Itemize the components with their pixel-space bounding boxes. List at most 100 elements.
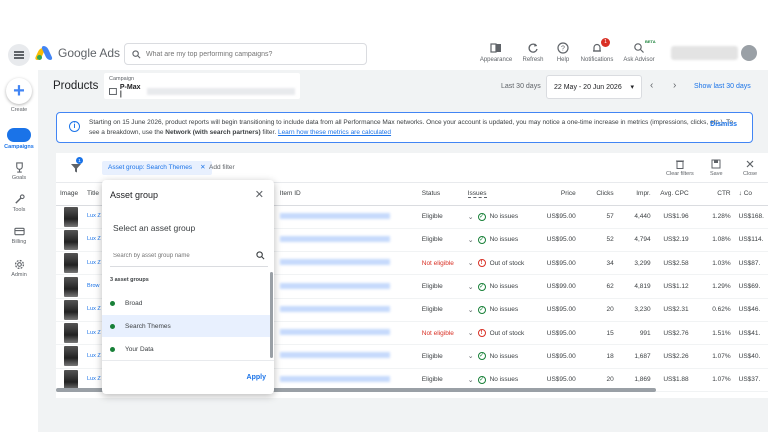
product-title-link[interactable]: Lux Z Equa (87, 306, 101, 313)
issue-text: Out of stock (489, 329, 525, 337)
nav-billing[interactable]: Billing (0, 226, 38, 245)
asset-group-option[interactable]: Your Data (102, 338, 270, 360)
search-input[interactable] (146, 50, 356, 58)
notifications-button[interactable]: 1 Notifications (575, 38, 619, 63)
header-ctr[interactable]: CTR (692, 183, 735, 206)
impr-cell: 1,687 (617, 344, 655, 369)
cost-cell: US$69. (734, 274, 768, 299)
product-image[interactable] (64, 346, 78, 367)
product-image[interactable] (64, 369, 78, 390)
chevron-down-icon[interactable]: ⌄ (468, 236, 474, 244)
issues-cell: ⌄ ✓ No issues (463, 205, 536, 229)
asset-group-search-input[interactable] (113, 252, 243, 259)
apply-button[interactable]: Apply (247, 374, 266, 381)
ask-advisor-icon (634, 43, 644, 53)
popup-scrollbar[interactable] (270, 272, 273, 358)
product-title-link[interactable]: Brow Wom Lux (87, 283, 101, 290)
chevron-down-icon[interactable]: ⌄ (468, 213, 474, 221)
product-image[interactable] (64, 299, 78, 320)
create-button[interactable]: + (6, 78, 32, 104)
product-title-link[interactable]: Lux Z Equa (87, 236, 101, 243)
chevron-down-icon[interactable]: ⌄ (468, 306, 474, 314)
chevron-down-icon[interactable]: ⌄ (468, 352, 474, 360)
previous-period-button[interactable]: ‹ (650, 80, 653, 91)
show-last-30-days-link[interactable]: Show last 30 days (694, 83, 751, 90)
close-icon[interactable]: ✕ (200, 164, 205, 171)
asset-group-search[interactable] (110, 245, 268, 267)
info-banner: i Starting on 15 June 2026, product repo… (56, 112, 753, 143)
account-info[interactable] (671, 46, 738, 60)
avatar[interactable] (741, 45, 757, 61)
next-period-button[interactable]: › (673, 80, 676, 91)
nav-admin[interactable]: Admin (0, 259, 38, 278)
help-label: Help (556, 57, 570, 63)
item-id-redacted[interactable] (279, 375, 390, 382)
chevron-down-icon[interactable]: ⌄ (468, 259, 474, 267)
check-circle-icon: ✓ (477, 282, 486, 291)
header-impr[interactable]: Impr. (617, 183, 655, 206)
filter-chip[interactable]: Asset group: Search Themes ✕ (102, 161, 212, 175)
item-id-redacted[interactable] (279, 352, 390, 359)
product-image[interactable] (64, 253, 78, 274)
header-clicks[interactable]: Clicks (579, 183, 618, 206)
date-range-picker[interactable]: 22 May - 20 Jun 2026 ▾ (546, 75, 642, 99)
item-id-redacted[interactable] (279, 235, 390, 242)
header-status[interactable]: Status (417, 183, 464, 206)
banner-learn-link[interactable]: Learn how these metrics are calculated (278, 129, 391, 136)
nav-goals[interactable]: Goals (0, 162, 38, 181)
filter-chip-label: Asset group: Search Themes (108, 164, 193, 171)
price-cell: US$95.00 (535, 298, 580, 322)
dismiss-button[interactable]: Dismiss (710, 120, 737, 130)
chevron-down-icon[interactable]: ⌄ (468, 283, 474, 291)
product-image[interactable] (64, 276, 78, 297)
product-title-link[interactable]: Lux Z Equa (87, 353, 101, 360)
plus-icon: + (13, 79, 25, 102)
clear-filters-button[interactable]: Clear filters (666, 159, 694, 177)
search-icon (256, 251, 265, 260)
status-cell: Not eligible (417, 251, 464, 276)
search-bar[interactable] (124, 43, 367, 65)
asset-group-option[interactable]: Broad (102, 292, 270, 314)
product-title-link[interactable]: Lux Z Equa (87, 213, 101, 220)
product-image-cell (56, 228, 83, 253)
menu-button[interactable] (8, 44, 30, 66)
close-filter-button[interactable]: Close (743, 159, 757, 177)
header-cost-label: Co (743, 190, 752, 198)
product-title-link[interactable]: Lux Z Equa (87, 376, 101, 383)
chevron-down-icon[interactable]: ⌄ (468, 329, 474, 337)
popup-close-button[interactable]: ✕ (255, 188, 264, 201)
header-price[interactable]: Price (535, 183, 580, 206)
product-image[interactable] (64, 206, 78, 227)
issue-text: No issues (489, 283, 519, 291)
header-cost[interactable]: ↓ Co (734, 183, 768, 206)
header-avg-cpc[interactable]: Avg. CPC (654, 183, 693, 206)
campaigns-icon (7, 128, 31, 142)
product-image[interactable] (64, 323, 78, 344)
item-id-redacted[interactable] (279, 329, 390, 336)
error-icon: ! (477, 259, 486, 268)
item-id-redacted[interactable] (279, 259, 390, 266)
item-id-redacted[interactable] (279, 305, 390, 312)
product-image[interactable] (64, 229, 78, 250)
cost-cell: US$37. (734, 368, 768, 392)
product-image-cell (56, 321, 83, 346)
item-id-redacted[interactable] (279, 212, 390, 219)
gear-icon (14, 259, 24, 270)
header-issues[interactable]: Issues (463, 183, 536, 206)
campaign-label: Campaign (109, 76, 135, 82)
add-filter-button[interactable]: Add filter (209, 164, 235, 171)
chevron-down-icon[interactable]: ⌄ (468, 376, 474, 384)
google-ads-logo[interactable]: Google Ads (34, 46, 120, 60)
ask-advisor-button[interactable]: BETA Ask Advisor (617, 39, 661, 63)
product-title-link[interactable]: Lux Z Equa (87, 260, 101, 267)
product-title-link[interactable]: Lux Z Brow (87, 330, 101, 337)
campaign-selector[interactable]: Campaign P-Max | (104, 73, 300, 99)
nav-tools[interactable]: Tools (0, 194, 38, 213)
asset-group-option[interactable]: Search Themes (102, 315, 270, 337)
credit-card-icon (13, 227, 25, 236)
item-id-redacted[interactable] (279, 282, 390, 289)
save-button[interactable]: Save (710, 159, 723, 177)
header-item-id[interactable]: Item ID (275, 183, 418, 206)
header-image[interactable]: Image (56, 183, 83, 206)
nav-campaigns[interactable]: Campaigns (0, 128, 38, 150)
